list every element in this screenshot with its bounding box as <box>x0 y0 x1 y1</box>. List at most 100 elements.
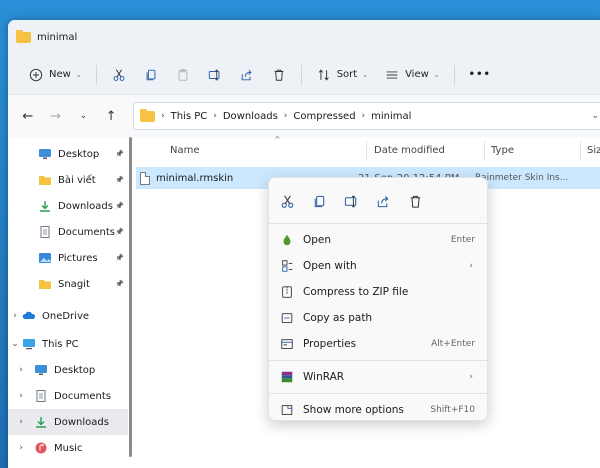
sidebar-item-music[interactable]: › Music <box>8 435 128 461</box>
cut-button[interactable] <box>103 61 135 89</box>
menu-item-label: Copy as path <box>303 312 373 324</box>
rainmeter-icon <box>279 232 295 248</box>
arrow-right-icon: → <box>50 108 62 124</box>
column-divider[interactable] <box>366 141 367 161</box>
breadcrumb-minimal[interactable]: minimal <box>371 111 411 122</box>
sort-button[interactable]: Sort ⌄ <box>308 61 376 89</box>
sidebar-item-desktop[interactable]: Desktop 📌 <box>8 141 128 167</box>
menu-divider <box>269 360 487 361</box>
arrow-left-icon: ← <box>22 108 34 124</box>
paste-button[interactable] <box>167 61 199 89</box>
menu-item-label: Open <box>303 234 332 246</box>
winrar-icon <box>279 369 295 385</box>
column-name[interactable]: Name <box>170 145 200 156</box>
chevron-right-icon[interactable]: › <box>8 443 34 453</box>
zip-icon <box>279 284 295 300</box>
back-button[interactable]: ← <box>16 104 40 128</box>
sort-label: Sort <box>336 69 358 80</box>
rename-icon[interactable] <box>343 193 359 209</box>
sidebar-item-desktop[interactable]: › Desktop <box>8 357 128 383</box>
properties-icon <box>279 336 295 352</box>
trash-icon[interactable] <box>407 193 423 209</box>
rename-icon <box>207 67 223 83</box>
sidebar-item-documents[interactable]: Documents 📌 <box>8 219 128 245</box>
sidebar-item-label: Snagit <box>58 278 90 290</box>
chevron-right-icon: › <box>469 372 473 382</box>
column-divider[interactable] <box>484 141 485 161</box>
share-icon <box>239 67 255 83</box>
share-button[interactable] <box>231 61 263 89</box>
file-type: Rainmeter Skin Ins... <box>475 173 569 183</box>
menu-item-show-more-options[interactable]: Show more options Shift+F10 <box>269 397 487 423</box>
file-icon <box>140 171 150 185</box>
copy-icon[interactable] <box>311 193 327 209</box>
recent-locations-button[interactable]: ⌄ <box>72 104 96 128</box>
menu-item-compress-zip[interactable]: Compress to ZIP file <box>269 279 487 305</box>
view-button[interactable]: View ⌄ <box>376 61 448 89</box>
documents-icon <box>38 226 52 238</box>
sidebar-item-label: Downloads <box>58 200 113 212</box>
column-type[interactable]: Type <box>491 145 514 156</box>
view-list-icon <box>384 67 400 83</box>
chevron-right-icon: › <box>283 111 288 121</box>
chevron-right-icon[interactable]: › <box>8 365 34 375</box>
sort-ascending-icon: ^ <box>274 135 281 144</box>
menu-item-copy-path[interactable]: Copy as path <box>269 305 487 331</box>
sidebar-item-this-pc[interactable]: ⌄ This PC <box>8 331 128 357</box>
menu-item-shortcut: Alt+Enter <box>431 339 475 349</box>
chevron-right-icon[interactable]: › <box>8 311 22 321</box>
open-with-icon <box>279 258 295 274</box>
desktop-icon <box>38 148 52 160</box>
share-icon[interactable] <box>375 193 391 209</box>
folder-icon <box>38 278 52 290</box>
more-button[interactable]: ••• <box>461 61 499 89</box>
delete-button[interactable] <box>263 61 295 89</box>
ellipsis-icon: ••• <box>468 69 491 80</box>
copy-button[interactable] <box>135 61 167 89</box>
sidebar-item-label: OneDrive <box>42 310 90 322</box>
sidebar-item-b-i-vi-t[interactable]: Bài viết 📌 <box>8 167 128 193</box>
sidebar-item-label: Pictures <box>58 252 98 264</box>
chevron-down-icon: ⌄ <box>433 70 440 79</box>
title-bar: minimal <box>8 20 600 55</box>
sidebar-item-label: Documents <box>58 226 116 238</box>
column-headers: ^ Name Date modified Type Size <box>144 135 600 163</box>
new-button[interactable]: New ⌄ <box>20 61 90 89</box>
chevron-right-icon[interactable]: › <box>8 391 34 401</box>
address-bar[interactable]: › This PC › Downloads › Compressed › min… <box>133 102 600 130</box>
forward-button[interactable]: → <box>44 104 68 128</box>
chevron-right-icon[interactable]: › <box>8 417 34 427</box>
rename-button[interactable] <box>199 61 231 89</box>
chevron-right-icon: › <box>469 261 473 271</box>
up-button[interactable]: ↑ <box>99 104 123 128</box>
plus-circle-icon <box>28 67 44 83</box>
new-label: New <box>49 69 71 80</box>
menu-item-winrar[interactable]: WinRAR › <box>269 364 487 390</box>
column-size[interactable]: Size <box>587 145 600 156</box>
menu-item-shortcut: Shift+F10 <box>430 405 475 415</box>
sidebar-item-downloads[interactable]: Downloads 📌 <box>8 193 128 219</box>
menu-item-open[interactable]: Open Enter <box>269 227 487 253</box>
breadcrumb-compressed[interactable]: Compressed <box>293 111 355 122</box>
chevron-down-icon: ⌄ <box>79 111 88 121</box>
menu-item-properties[interactable]: Properties Alt+Enter <box>269 331 487 357</box>
sidebar-item-documents[interactable]: › Documents <box>8 383 128 409</box>
command-bar: New ⌄ Sort ⌄ View ⌄ ••• <box>8 55 600 95</box>
chevron-down-icon: ⌄ <box>75 70 82 79</box>
desktop-icon <box>34 364 48 376</box>
sidebar-item-snagit[interactable]: Snagit 📌 <box>8 271 128 297</box>
menu-item-open-with[interactable]: Open with › <box>269 253 487 279</box>
scissors-icon <box>111 67 127 83</box>
column-date-modified[interactable]: Date modified <box>374 145 445 156</box>
menu-item-shortcut: Enter <box>450 235 475 245</box>
music-icon <box>34 442 48 454</box>
cut-icon[interactable] <box>279 193 295 209</box>
chevron-down-icon[interactable]: ⌄ <box>8 339 22 349</box>
sidebar-item-onedrive[interactable]: › OneDrive <box>8 303 128 329</box>
column-divider[interactable] <box>580 141 581 161</box>
breadcrumb-downloads[interactable]: Downloads <box>223 111 278 122</box>
sidebar-item-pictures[interactable]: Pictures 📌 <box>8 245 128 271</box>
sidebar-item-downloads[interactable]: › Downloads <box>8 409 128 435</box>
breadcrumb-this-pc[interactable]: This PC <box>171 111 208 122</box>
chevron-down-icon[interactable]: ⌄ <box>591 111 599 121</box>
